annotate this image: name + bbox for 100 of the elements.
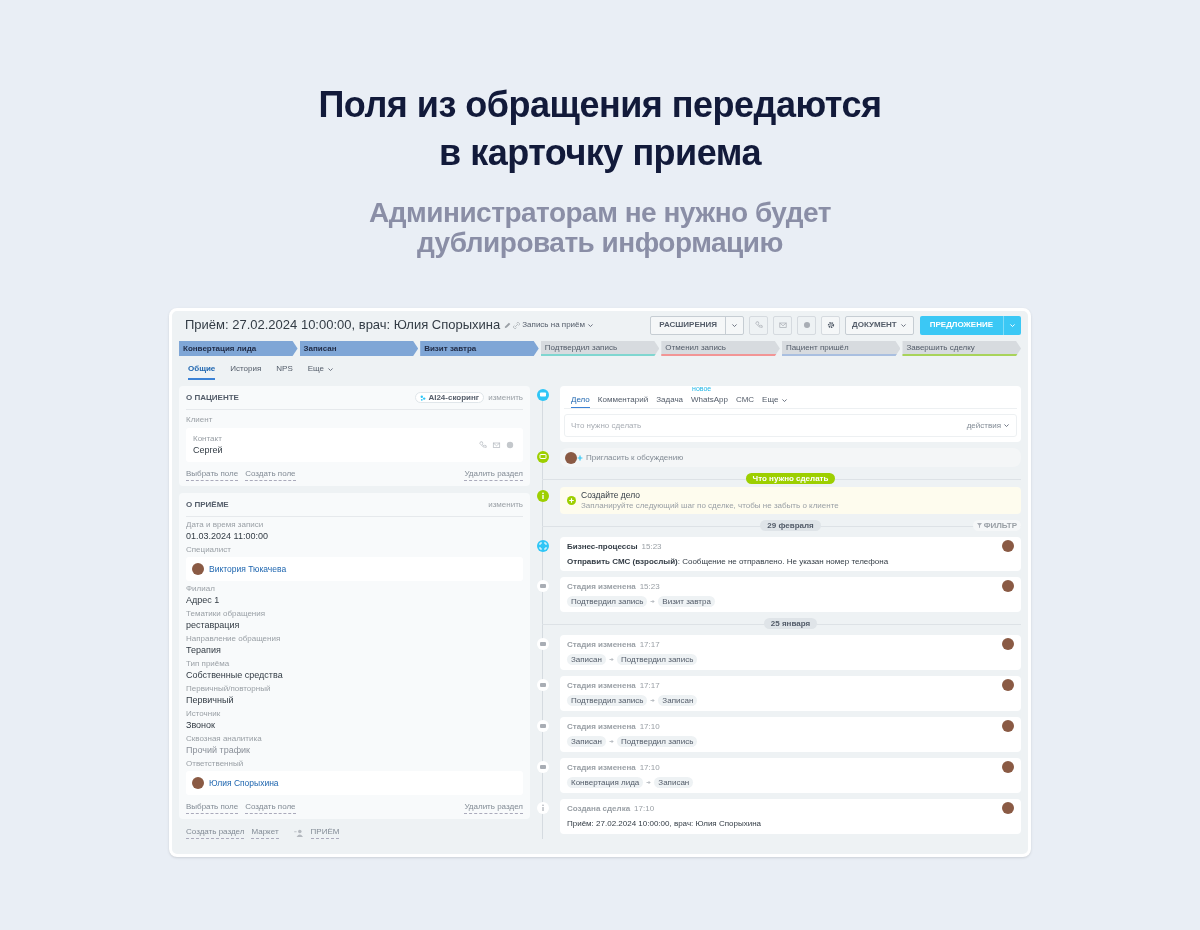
composer-tab[interactable]: СМС bbox=[735, 393, 755, 408]
tag-icon bbox=[537, 679, 549, 691]
avatar-icon bbox=[1002, 761, 1014, 773]
task-input[interactable]: Что нужно сделать действия bbox=[564, 414, 1017, 437]
link-icon bbox=[513, 321, 521, 329]
field-label: Тематики обращения bbox=[186, 609, 267, 619]
phone-button[interactable] bbox=[749, 315, 769, 335]
chevron-icon bbox=[587, 321, 595, 329]
mail-icon bbox=[778, 321, 787, 329]
arrow-icon bbox=[646, 780, 652, 785]
event-title: Создана сделка bbox=[567, 803, 631, 815]
field-label: Ответственный bbox=[186, 759, 245, 769]
pencil-icon[interactable] bbox=[504, 321, 512, 329]
invite-text: Пригласить к обсуждению bbox=[586, 451, 684, 464]
stage-step[interactable]: Завершить сделку bbox=[902, 341, 1022, 356]
composer-tab[interactable]: WhatsApp bbox=[691, 393, 728, 408]
date-separator: 29 февраля bbox=[760, 520, 821, 531]
tag-icon bbox=[537, 761, 549, 773]
stage-chip: Записан bbox=[567, 736, 606, 747]
person-link[interactable]: Юлия Спорыхина bbox=[209, 776, 279, 790]
field-label: Дата и время записи bbox=[186, 520, 265, 530]
field-label: Первичный/повторный bbox=[186, 684, 272, 694]
arrow-icon bbox=[650, 599, 656, 604]
stage-step[interactable]: Отменил запись bbox=[661, 341, 780, 356]
settings-icon bbox=[826, 321, 835, 329]
stage-step[interactable]: Подтвердил запись bbox=[540, 341, 660, 356]
actions-dropdown[interactable]: действия bbox=[966, 419, 1010, 432]
text-link[interactable]: Создать раздел bbox=[186, 826, 245, 839]
scoring-badge[interactable]: AI24-скоринг bbox=[415, 392, 485, 403]
delete-section-link[interactable]: Удалить раздел bbox=[464, 801, 523, 814]
section-title: О ПАЦИЕНТЕ bbox=[186, 391, 239, 404]
info-icon bbox=[537, 802, 549, 814]
text-link[interactable]: Маркет bbox=[251, 826, 279, 839]
event-time: 15:23 bbox=[639, 581, 660, 593]
stage-step[interactable]: Пациент пришёл bbox=[781, 341, 901, 356]
event-text: Приём: 27.02.2024 10:00:00, врач: Юлия Спорыхина bbox=[567, 818, 762, 830]
text-link[interactable]: Создать поле bbox=[245, 801, 296, 814]
chat-button[interactable] bbox=[797, 315, 817, 335]
subtitle-line: Администраторам не нужно будет bbox=[369, 198, 831, 228]
field-label: Сквозная аналитика bbox=[186, 734, 263, 744]
field-label: Тип приёма bbox=[186, 659, 231, 669]
mail-icon[interactable] bbox=[492, 441, 501, 449]
composer-tab[interactable]: Дело bbox=[571, 393, 590, 408]
info-icon bbox=[537, 490, 549, 502]
create-task-title: Создайте дело bbox=[581, 490, 641, 501]
tab[interactable]: Еще bbox=[307, 360, 335, 380]
composer-tab[interactable]: Комментарий bbox=[597, 393, 649, 408]
stage-step[interactable]: Записан bbox=[299, 341, 419, 356]
contact-name: Сергей bbox=[193, 444, 223, 456]
text-link[interactable]: Выбрать поле bbox=[186, 801, 239, 814]
text-link[interactable]: Создать поле bbox=[245, 468, 296, 481]
person-link[interactable]: Виктория Тюкачева bbox=[209, 562, 287, 576]
document-button[interactable]: ДОКУМЕНТ bbox=[845, 315, 914, 335]
arrow-icon bbox=[608, 657, 614, 662]
stage-chip: Подтвердил запись bbox=[616, 654, 698, 665]
heading-line: Поля из обращения передаются bbox=[318, 83, 882, 127]
phone-icon bbox=[754, 321, 763, 329]
avatar-icon bbox=[1002, 580, 1014, 592]
stage-chip: Подтвердил запись bbox=[567, 596, 648, 607]
phone-icon[interactable] bbox=[479, 441, 487, 449]
subtitle-line: дублировать информацию bbox=[417, 228, 783, 258]
avatar-icon bbox=[192, 563, 204, 575]
text-link[interactable]: Выбрать поле bbox=[186, 468, 239, 481]
settings-button[interactable] bbox=[821, 315, 841, 335]
input-placeholder: Что нужно сделать bbox=[571, 419, 642, 432]
avatar-icon bbox=[1002, 802, 1014, 814]
field-value: реставрация bbox=[186, 619, 241, 631]
window-title: Приём: 27.02.2024 10:00:00, врач: Юлия Спорыхина bbox=[185, 316, 501, 335]
event-title: Стадия изменена bbox=[567, 762, 636, 774]
field-value: Прочий трафик bbox=[186, 744, 252, 756]
tab[interactable]: NPS bbox=[276, 360, 293, 380]
mail-button[interactable] bbox=[773, 315, 793, 335]
nodes-icon bbox=[420, 394, 427, 401]
chevron-icon bbox=[731, 321, 739, 329]
field-label: Клиент bbox=[186, 414, 214, 426]
plus-icon bbox=[577, 454, 583, 461]
tab[interactable]: История bbox=[230, 360, 262, 380]
stage-chip: Записан bbox=[658, 695, 698, 706]
field-value: Собственные средства bbox=[186, 669, 284, 681]
arrow-icon bbox=[608, 739, 614, 744]
avatar-icon bbox=[1002, 638, 1014, 650]
users-icon bbox=[293, 828, 304, 837]
field-label: Контакт bbox=[193, 434, 223, 444]
avatar-icon bbox=[565, 451, 577, 464]
event-time: 17:10 bbox=[634, 803, 655, 815]
stage-step[interactable]: Конвертация лида bbox=[179, 341, 298, 356]
category-dropdown[interactable]: Запись на приём bbox=[522, 319, 595, 331]
field-value: 01.03.2024 11:00:00 bbox=[186, 530, 269, 542]
tab[interactable]: Общие bbox=[188, 360, 216, 380]
event-time: 17:17 bbox=[639, 639, 660, 651]
stage-step[interactable]: Визит завтра bbox=[420, 341, 539, 356]
delete-section-link[interactable]: Удалить раздел bbox=[464, 468, 523, 481]
field-label: Филиал bbox=[186, 584, 216, 594]
extensions-button[interactable]: РАСШИРЕНИЯ bbox=[650, 315, 745, 335]
composer-tab[interactable]: Еще bbox=[762, 393, 789, 408]
avatar-icon bbox=[192, 777, 204, 789]
composer-tab[interactable]: Задача bbox=[656, 393, 684, 408]
event-title: Стадия изменена bbox=[567, 680, 636, 692]
section-tag: ПРИЁМ bbox=[310, 826, 340, 839]
create-task-hint: Запланируйте следующий шаг по сделке, чтобы не забыть о клиенте bbox=[581, 501, 839, 511]
